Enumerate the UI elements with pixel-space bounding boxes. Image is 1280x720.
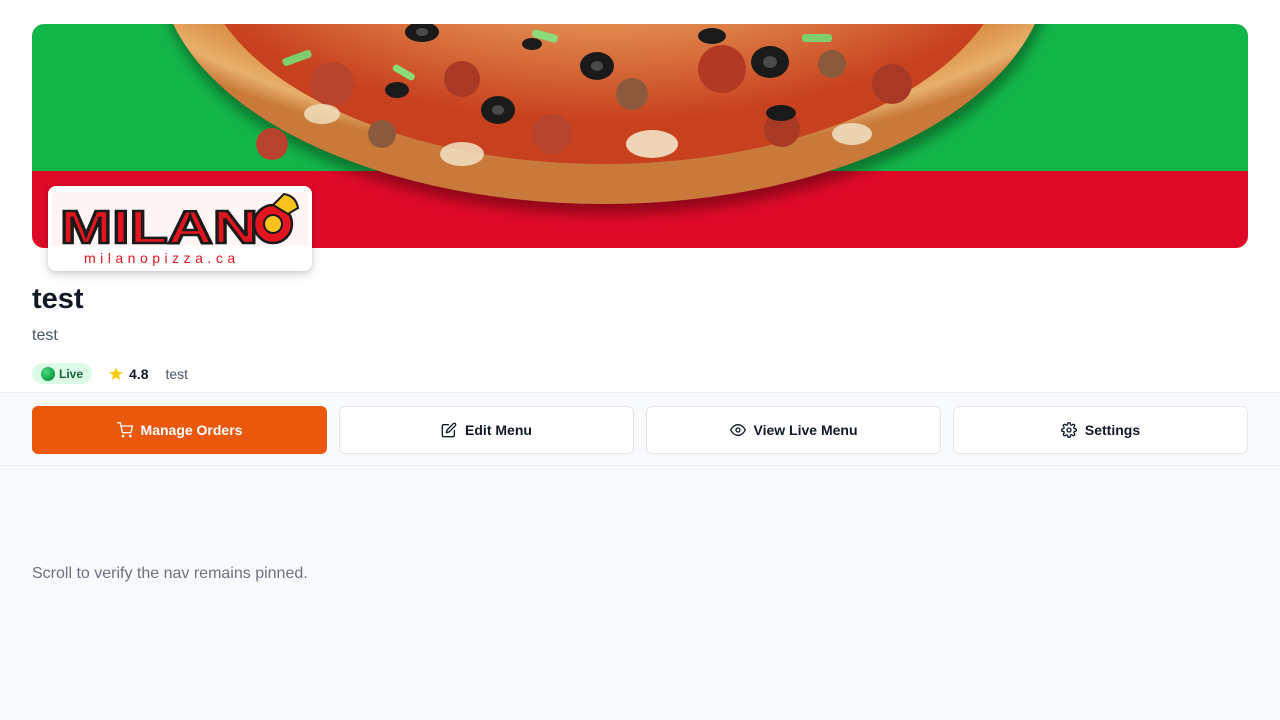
view-live-menu-label: View Live Menu bbox=[753, 422, 858, 438]
edit-menu-button[interactable]: Edit Menu bbox=[339, 406, 634, 454]
edit-menu-label: Edit Menu bbox=[465, 422, 532, 438]
store-meta: Live 4.8 test bbox=[32, 363, 188, 384]
rating: 4.8 bbox=[108, 366, 148, 382]
manage-orders-button[interactable]: Manage Orders bbox=[32, 406, 327, 454]
store-note: test bbox=[165, 365, 189, 382]
settings-button[interactable]: Settings bbox=[953, 406, 1248, 454]
store-name: test bbox=[32, 283, 84, 315]
edit-icon bbox=[441, 422, 457, 438]
milano-logo: MILAN milanopizza.ca bbox=[52, 192, 308, 266]
status-badge: Live bbox=[32, 363, 93, 384]
view-live-menu-button[interactable]: View Live Menu bbox=[646, 406, 941, 454]
svg-text:milanopizza.ca: milanopizza.ca bbox=[84, 250, 240, 266]
settings-label: Settings bbox=[1084, 422, 1141, 438]
manage-orders-label: Manage Orders bbox=[140, 422, 243, 438]
store-header: MILAN milanopizza.ca test test Live 4.8 … bbox=[0, 0, 1280, 392]
store-logo: MILAN milanopizza.ca bbox=[48, 186, 312, 271]
star-icon bbox=[109, 366, 123, 380]
scroll-hint: Scroll to verify the nav remains pinned. bbox=[32, 565, 308, 582]
svg-text:MILAN: MILAN bbox=[60, 201, 258, 253]
cart-icon bbox=[116, 422, 133, 438]
store-description: test bbox=[32, 327, 58, 344]
status-label: Live bbox=[59, 366, 84, 381]
rating-value: 4.8 bbox=[129, 365, 149, 382]
live-dot-icon bbox=[41, 366, 55, 381]
eye-icon bbox=[729, 424, 746, 436]
store-nav: Manage Orders Edit Menu View Live Menu S… bbox=[0, 392, 1280, 466]
gear-icon bbox=[1060, 422, 1077, 438]
